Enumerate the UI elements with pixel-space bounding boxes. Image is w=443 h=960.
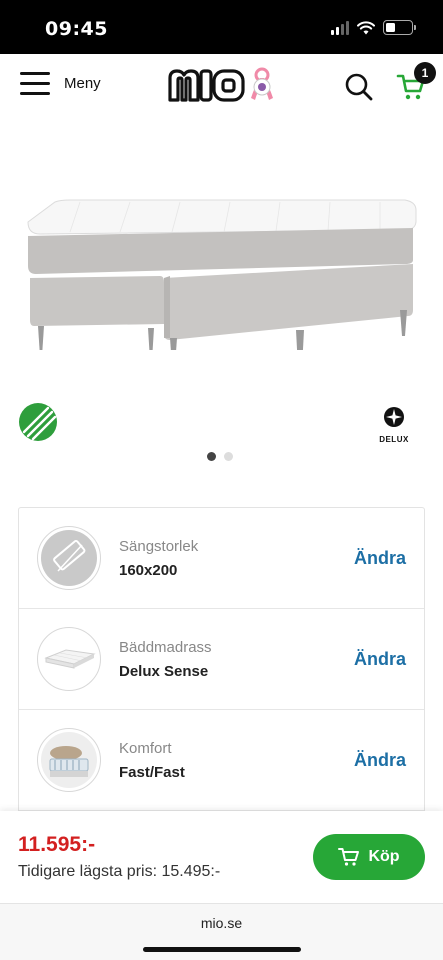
previous-lowest-price: Tidigare lägsta pris: 15.495:- <box>18 863 221 880</box>
mio-logo[interactable]: mio <box>167 64 277 106</box>
menu-button[interactable]: Meny <box>20 72 101 95</box>
cart-icon <box>338 848 360 866</box>
gallery-pagination <box>207 452 233 461</box>
search-icon[interactable] <box>344 72 374 102</box>
battery-icon <box>383 20 416 35</box>
product-bed-image <box>27 199 417 350</box>
buy-button-label: Köp <box>368 848 400 865</box>
change-mattress-link[interactable]: Ändra <box>354 649 406 670</box>
nordic-swan-ecolabel-icon <box>19 403 57 441</box>
cart-button[interactable]: 1 <box>396 62 436 104</box>
change-comfort-link[interactable]: Ändra <box>354 750 406 771</box>
config-label: Komfort <box>119 740 172 757</box>
config-label: Bäddmadrass <box>119 639 212 656</box>
browser-address-bar[interactable]: mio.se <box>0 903 443 960</box>
gallery-dot-2[interactable] <box>224 452 233 461</box>
config-row-bed-size[interactable]: Sängstorlek 160x200 Ändra <box>19 508 424 609</box>
config-value: Delux Sense <box>119 663 209 680</box>
hamburger-icon <box>20 72 50 95</box>
wifi-icon <box>357 20 375 34</box>
cellular-signal-icon <box>331 20 349 35</box>
config-row-comfort[interactable]: Komfort Fast/Fast Ändra <box>19 710 424 811</box>
config-label: Sängstorlek <box>119 538 199 555</box>
delux-brand-logo: DELUX <box>372 406 416 444</box>
status-icons <box>331 20 416 35</box>
status-bar: 09:45 <box>0 0 443 54</box>
delux-star-icon <box>384 407 404 427</box>
mattress-topper-icon <box>37 627 101 691</box>
config-value: 160x200 <box>119 562 178 579</box>
comfort-icon <box>37 728 101 792</box>
config-row-mattress-topper[interactable]: Bäddmadrass Delux Sense Ändra <box>19 609 424 710</box>
bed-size-icon <box>37 526 101 590</box>
home-indicator[interactable] <box>143 947 301 952</box>
product-price: 11.595:- <box>18 833 96 856</box>
delux-logo-text: DELUX <box>379 435 409 444</box>
site-header: Meny mio 1 <box>0 54 443 120</box>
cart-count-badge: 1 <box>414 62 436 84</box>
change-bed-size-link[interactable]: Ändra <box>354 548 406 569</box>
gallery-dot-1[interactable] <box>207 452 216 461</box>
product-configurator: Sängstorlek 160x200 Ändra Bäddmadrass De… <box>18 507 425 827</box>
status-time: 09:45 <box>45 18 108 40</box>
page-url: mio.se <box>200 915 243 931</box>
product-image-gallery[interactable] <box>0 120 443 380</box>
menu-label: Meny <box>64 74 101 92</box>
buy-button[interactable]: Köp <box>313 834 425 880</box>
purchase-bar: 11.595:- Tidigare lägsta pris: 15.495:- … <box>0 811 443 903</box>
pink-ribbon-icon <box>251 67 273 100</box>
config-value: Fast/Fast <box>119 764 185 781</box>
